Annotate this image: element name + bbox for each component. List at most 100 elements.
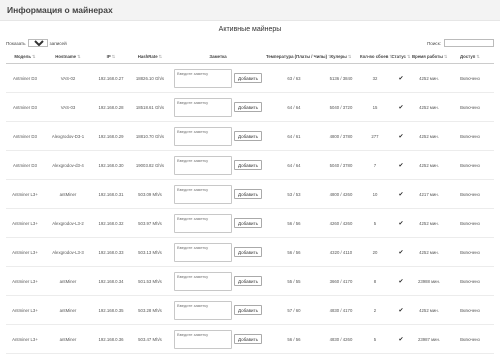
column-header[interactable]: Hostname⇅	[44, 50, 92, 64]
temperature-cell: 64 / 61	[266, 121, 322, 151]
access-cell: Включено	[446, 121, 494, 151]
status-cell: ✔	[390, 237, 412, 267]
sort-icon[interactable]: ⇅	[159, 54, 163, 59]
hashrate-cell: 18810.70 Gh/s	[130, 121, 170, 151]
sort-icon[interactable]: ⇅	[348, 54, 352, 59]
hostname-cell: Alexgrodov-d3-4	[44, 150, 92, 180]
access-cell: Включено	[446, 237, 494, 267]
note-input[interactable]	[174, 271, 233, 291]
sort-icon[interactable]: ⇅	[32, 54, 36, 59]
temperature-cell: 56 / 56	[266, 237, 322, 267]
page-length-select[interactable]: 10	[27, 39, 48, 47]
table-row: Antminer L3+ Alexgrodov-L3-3 192.168.0.33 5…	[6, 237, 494, 267]
uptime-cell: 4252 мин.	[412, 208, 446, 238]
add-note-button[interactable]: Добавить	[234, 131, 262, 141]
note-editor: Добавить	[170, 329, 266, 349]
model-cell: Antminer L3+	[6, 266, 44, 296]
column-header[interactable]: HashRate⇅	[130, 50, 170, 64]
column-header[interactable]: Кол-во сбоев⇅	[360, 50, 393, 64]
note-editor: Добавить	[170, 184, 266, 204]
add-note-button[interactable]: Добавить	[234, 189, 262, 199]
hashrate-cell: 18518.61 Gh/s	[130, 92, 170, 122]
add-note-button[interactable]: Добавить	[234, 305, 262, 315]
note-input[interactable]	[174, 242, 233, 262]
column-header[interactable]: Температура (Платы / Чипы)⇅	[266, 50, 332, 64]
uptime-cell: 4252 мин.	[412, 237, 446, 267]
sort-icon[interactable]: ⇅	[112, 54, 116, 59]
note-input[interactable]	[174, 155, 233, 175]
status-cell: ✔	[390, 179, 412, 209]
column-header: Заметка	[170, 50, 266, 64]
checkmark-icon: ✔	[398, 75, 404, 82]
add-note-button[interactable]: Добавить	[234, 73, 262, 83]
table-header-row: Модель⇅ Hostname⇅ IP⇅ HashRate⇅ Заметка Темпе…	[6, 50, 494, 64]
status-cell: ✔	[390, 266, 412, 296]
table-row: Antminer D3 VAS-03 192.168.0.28 18518.61 Gh…	[6, 92, 494, 122]
page-length-control: Показать 10 записей	[6, 39, 67, 47]
access-cell: Включено	[446, 208, 494, 238]
model-cell: Antminer D3	[6, 92, 44, 122]
note-input[interactable]	[174, 184, 233, 204]
note-cell: Добавить	[170, 208, 266, 238]
add-note-button[interactable]: Добавить	[234, 102, 262, 112]
temperature-cell: 63 / 63	[266, 63, 322, 93]
add-note-button[interactable]: Добавить	[234, 218, 262, 228]
fans-cell: 4800 / 4260	[322, 179, 360, 209]
hostname-cell: VAS-02	[44, 63, 92, 93]
uptime-cell: 4252 мин.	[412, 295, 446, 325]
page-title: Информация о майнерах	[7, 5, 113, 15]
temperature-cell: 55 / 55	[266, 266, 322, 296]
add-note-button[interactable]: Добавить	[234, 247, 262, 257]
access-cell: Включено	[446, 150, 494, 180]
ip-cell: 192.168.0.30	[92, 150, 130, 180]
note-input[interactable]	[174, 126, 233, 146]
table-header: Модель⇅ Hostname⇅ IP⇅ HashRate⇅ Заметка Темпе…	[6, 50, 494, 64]
search-input[interactable]	[444, 39, 494, 47]
note-input[interactable]	[174, 329, 233, 349]
column-header-label: Температура (Платы / Чипы)	[266, 53, 328, 59]
ip-cell: 192.168.0.35	[92, 295, 130, 325]
note-cell: Добавить	[170, 121, 266, 151]
hostname-cell: Alexgrodov-L3-2	[44, 208, 92, 238]
column-header-label: Кулеры	[330, 53, 347, 59]
note-cell: Добавить	[170, 295, 266, 325]
note-input[interactable]	[174, 213, 233, 233]
note-editor: Добавить	[170, 68, 266, 88]
column-header[interactable]: Статус⇅	[390, 50, 412, 64]
column-header[interactable]: IP⇅	[92, 50, 130, 64]
ip-cell: 192.168.0.32	[92, 208, 130, 238]
note-input[interactable]	[174, 68, 233, 88]
column-header-label: Время работы	[412, 53, 443, 59]
column-header[interactable]: Время работы⇅	[412, 50, 448, 64]
table-title: Активные майнеры	[218, 26, 282, 33]
sort-icon[interactable]: ⇅	[407, 54, 411, 59]
checkmark-icon: ✔	[398, 133, 404, 140]
sort-icon[interactable]: ⇅	[77, 54, 81, 59]
add-note-button[interactable]: Добавить	[234, 160, 262, 170]
temperature-cell: 56 / 56	[266, 208, 322, 238]
hostname-cell: antMiner	[44, 324, 92, 354]
uptime-cell: 4252 мин.	[412, 92, 446, 122]
hostname-cell: VAS-03	[44, 92, 92, 122]
uptime-cell: 4217 мин.	[412, 179, 446, 209]
note-input[interactable]	[174, 97, 233, 117]
temperature-cell: 53 / 53	[266, 179, 322, 209]
add-note-button[interactable]: Добавить	[234, 276, 262, 286]
fans-cell: 5136 / 3840	[322, 63, 360, 93]
table-title-row: Активные майнеры	[0, 24, 500, 38]
note-cell: Добавить	[170, 63, 266, 93]
checkmark-icon: ✔	[398, 162, 404, 169]
sort-icon[interactable]: ⇅	[444, 54, 448, 59]
add-note-button[interactable]: Добавить	[234, 334, 262, 344]
column-header[interactable]: Доступ⇅	[446, 50, 494, 64]
status-cell: ✔	[390, 63, 412, 93]
note-input[interactable]	[174, 300, 233, 320]
column-header[interactable]: Модель⇅	[6, 50, 44, 64]
column-header-label: Модель	[14, 53, 32, 59]
column-header-label: IP	[106, 53, 111, 59]
records-label: записей	[49, 40, 67, 46]
table-body: Antminer D3 VAS-02 192.168.0.27 18826.10 Gh…	[6, 63, 494, 354]
sort-icon[interactable]: ⇅	[476, 54, 480, 59]
status-cell: ✔	[390, 150, 412, 180]
failures-cell: 277	[360, 121, 390, 151]
